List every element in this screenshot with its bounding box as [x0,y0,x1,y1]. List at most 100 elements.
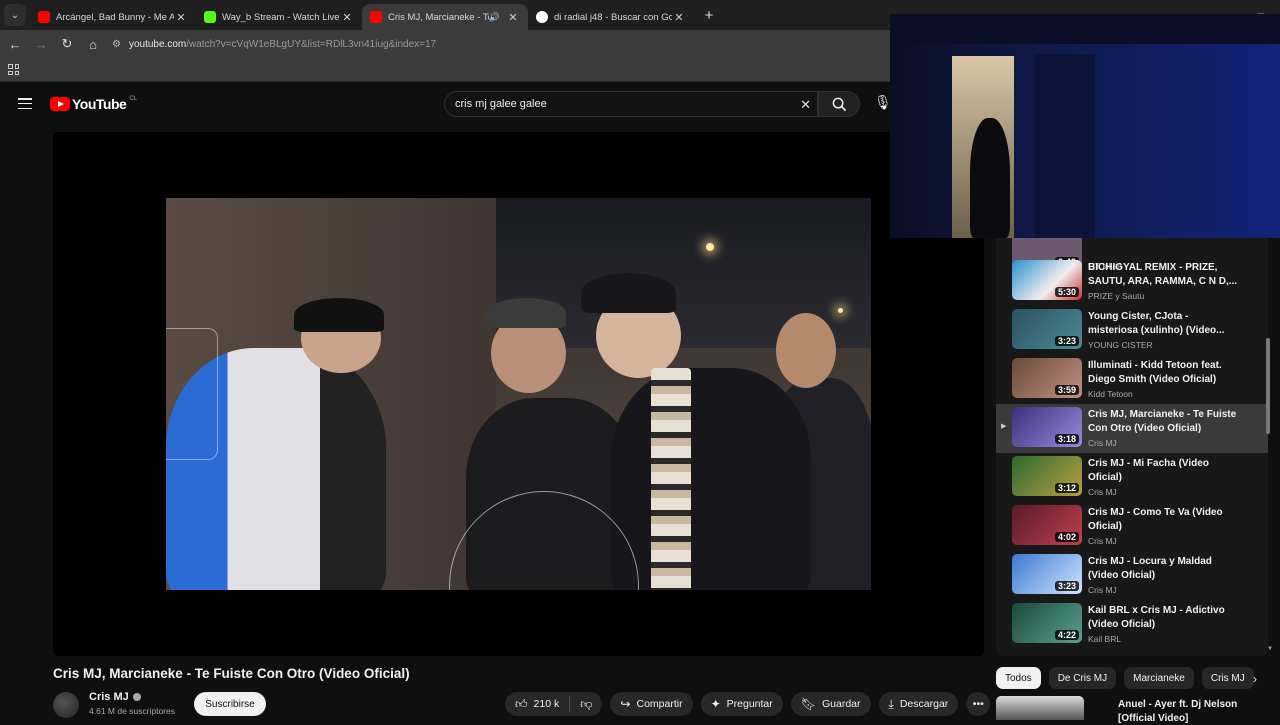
forward-icon[interactable]: → [28,37,54,52]
video-title: Anuel - Ayer ft. Dj Nelson [Official Vid… [1118,699,1238,724]
youtube-favicon-icon [38,11,50,23]
more-icon: ••• [972,698,984,710]
search-button[interactable] [818,91,860,117]
youtube-play-icon [50,97,70,111]
channel-name: Cris MJ [1088,536,1117,546]
site-info-icon[interactable]: ⚙ [112,39,121,50]
playlist-item-now-playing[interactable]: ▶ 3:18 Cris MJ, Marcianeke - Te Fuiste C… [996,404,1268,453]
video-title: Young Cister, CJota - misteriosa (xulinh… [1088,311,1225,336]
thumbs-up-icon: 👍︎ [515,696,528,711]
youtube-favicon-icon [370,11,382,23]
video-frame [166,198,871,590]
playlist-item[interactable]: 3:12 Cris MJ - Mi Facha (Video Oficial) … [996,456,1268,503]
street-light [706,243,714,251]
clear-search-icon[interactable]: ✕ [800,97,811,113]
playlist-scrollbar[interactable] [1266,338,1270,434]
playlist-item[interactable]: 4:22 Kail BRL x Cris MJ - Adictivo (Vide… [996,603,1268,650]
channel-name: Cris MJ [1088,585,1117,595]
save-button[interactable]: 🔖︎ Guardar [790,692,871,716]
save-label: Guardar [822,698,861,710]
url-host: youtube.com [128,38,187,50]
bookmark-icon: 🔖︎ [800,697,816,711]
video-thumbnail [996,696,1084,720]
subscribe-button[interactable]: Suscribirse [194,692,266,716]
chip-todos[interactable]: Todos [996,667,1041,689]
channel-name: Cris MJ [1088,438,1117,448]
channel-name: Kidd Tetoon [1088,389,1133,399]
share-button[interactable]: ↪ Compartir [610,692,693,716]
playlist-item[interactable]: 4:02 Cris MJ - Como Te Va (Video Oficial… [996,505,1268,552]
person-cap [294,298,384,332]
country-code: CL [129,96,137,102]
playlist-item[interactable]: 3:59 Illuminati - Kidd Tetoon feat. Dieg… [996,358,1268,405]
channel-name[interactable]: Cris MJ [89,691,141,703]
reload-icon[interactable]: ↻ [54,36,80,52]
search-input[interactable]: cris mj galee galee ✕ [444,91,818,117]
channel-name: Kail BRL [1088,634,1122,644]
tab-close-icon[interactable]: ✕ [174,11,188,24]
dislike-button[interactable]: 👎︎ [570,692,602,716]
video-player[interactable] [53,132,984,656]
audio-playing-icon[interactable]: 🔊 [489,12,500,23]
thumbs-down-icon: 👎︎ [580,696,593,711]
video-title: Illuminati - Kidd Tetoon feat. Diego Smi… [1088,360,1222,385]
video-title: BICHIGYAL REMIX - PRIZE, SAUTU, ARA, RAM… [1088,262,1238,287]
tab-close-icon[interactable]: ✕ [506,11,520,24]
browser-tab[interactable]: Way_b Stream - Watch Live on ✕ [196,4,362,30]
browser-tab[interactable]: Arcángel, Bad Bunny - Me Aco... ✕ [30,4,196,30]
recommended-item[interactable]: Anuel - Ayer ft. Dj Nelson [Official Vid… [996,696,1268,724]
playlist-item[interactable]: 3:23 Cris MJ - Locura y Maldad (Video Of… [996,554,1268,601]
tab-close-icon[interactable]: ✕ [340,11,354,24]
tab-close-icon[interactable]: ✕ [672,11,686,24]
playlist-panel: 2:42 LIT killah 5:30 BICHIGYAL REMIX - P… [996,238,1268,656]
person-head [776,313,836,388]
tab-title: Way_b Stream - Watch Live on [222,11,340,23]
overlay-bracket [166,328,218,460]
chip-marcianeke[interactable]: Marcianeke [1124,667,1194,689]
scene-ceiling [890,14,1280,44]
video-title: Cris MJ, Marcianeke - Te Fuiste Con Otro… [1088,409,1237,434]
logo-text: YouTube [72,96,127,112]
ask-label: Preguntar [726,698,773,710]
video-thumbnail: 3:18 [1012,407,1082,447]
playlist-item[interactable]: 5:30 BICHIGYAL REMIX - PRIZE, SAUTU, ARA… [996,260,1268,307]
chevron-right-icon[interactable]: › [1253,672,1257,686]
duration-badge: 3:23 [1054,336,1079,346]
url-field[interactable]: ⚙ youtube.com/watch?v=cVqW1eBLgUY&list=R… [112,32,892,56]
google-favicon-icon [536,11,548,23]
more-actions-button[interactable]: ••• [966,692,991,716]
home-icon[interactable]: ⌂ [80,37,106,52]
duration-badge: 3:59 [1054,385,1079,395]
duration-badge: 3:23 [1054,581,1079,591]
tab-title: Cris MJ, Marcianeke - Te Fui [388,11,489,23]
video-thumbnail: 5:30 [1012,260,1082,300]
back-icon[interactable]: ← [2,37,28,52]
channel-avatar[interactable] [53,692,79,718]
browser-tab-active[interactable]: Cris MJ, Marcianeke - Te Fui 🔊 ✕ [362,4,528,30]
share-icon: ↪ [620,697,631,711]
scroll-down-icon[interactable]: ▼ [1267,646,1273,652]
like-dislike-group: 👍︎ 210 k 👎︎ [505,692,603,716]
youtube-logo[interactable]: YouTube CL [50,96,137,112]
download-button[interactable]: ⤓ Descargar [878,692,959,716]
subscriber-count: 4.61 M de suscriptores [89,706,175,716]
like-button[interactable]: 👍︎ 210 k [505,692,569,716]
browser-tab[interactable]: di radial j48 - Buscar con Google ✕ [528,4,694,30]
menu-icon[interactable] [18,98,32,109]
apps-grid-icon[interactable] [8,64,19,75]
chip-cris-mj[interactable]: Cris MJ [1201,667,1254,689]
now-playing-icon: ▶ [1001,423,1007,430]
person-figure [611,368,811,590]
video-thumbnail: 3:23 [1012,554,1082,594]
chip-de-cris-mj[interactable]: De Cris MJ [1048,667,1117,689]
video-title: Cris MJ - Como Te Va (Video Oficial) [1088,507,1223,532]
ask-button[interactable]: ✦ Preguntar [700,692,783,716]
tab-search-button[interactable]: ⌄ [4,4,26,26]
channel-name-text: Cris MJ [89,691,129,703]
new-tab-icon[interactable]: + [698,7,720,24]
download-label: Descargar [899,698,949,710]
channel-name: PRIZE y Sautu [1088,291,1145,301]
video-thumbnail: 3:12 [1012,456,1082,496]
channel-name: Cris MJ [1088,487,1117,497]
playlist-item[interactable]: 3:23 Young Cister, CJota - misteriosa (x… [996,309,1268,356]
